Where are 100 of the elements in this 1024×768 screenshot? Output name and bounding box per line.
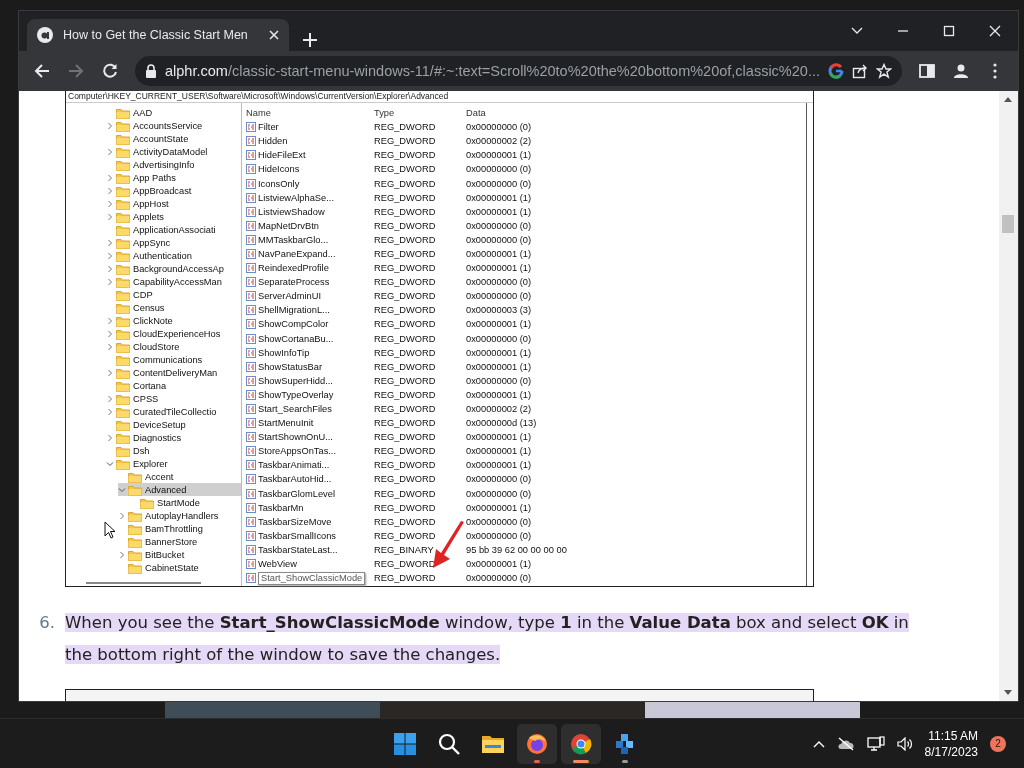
tree-item[interactable]: AccountsService	[106, 119, 241, 132]
plus-icon[interactable]	[303, 33, 317, 47]
volume-icon[interactable]	[896, 736, 913, 751]
tree-item[interactable]: StartMode	[130, 496, 241, 509]
tree-item[interactable]: CloudStore	[106, 340, 241, 353]
value-icon	[246, 136, 256, 147]
value-icon	[246, 460, 256, 471]
browser-tab[interactable]: How to Get the Classic Start Men	[27, 19, 289, 51]
folder-icon	[128, 535, 142, 548]
folder-icon	[116, 444, 130, 457]
address-bar[interactable]: alphr.com/classic-start-menu-windows-11/#:~:text=Scroll%20to%20the%20bottom%20of,classic%20...	[135, 56, 902, 86]
tree-item[interactable]: CapabilityAccessMan	[106, 275, 241, 288]
tree-item[interactable]: AppBroadcast	[106, 184, 241, 197]
close-icon[interactable]	[269, 30, 279, 40]
tree-item[interactable]: Census	[106, 301, 241, 314]
scrollbar[interactable]	[998, 91, 1018, 701]
tree-item[interactable]: BitBucket	[118, 548, 241, 561]
tree-item[interactable]: Diagnostics	[106, 431, 241, 444]
folder-icon	[116, 119, 130, 132]
column-header[interactable]: Data	[466, 108, 666, 119]
column-header[interactable]: Name	[246, 108, 374, 119]
tree-item[interactable]: Explorer	[106, 457, 241, 470]
value-icon	[246, 178, 256, 189]
scrollbar[interactable]	[86, 582, 201, 585]
tree-item[interactable]: Communications	[106, 353, 241, 366]
table-cell-text: 0x00000001 (1)	[466, 192, 533, 203]
tree-item[interactable]: BackgroundAccessAp	[106, 262, 241, 275]
table-cell: ShellMigrationL...	[258, 305, 330, 316]
tree-item[interactable]: CPSS	[106, 392, 241, 405]
taskbar-button[interactable]	[561, 723, 601, 764]
tree-item[interactable]: ActivityDataModel	[106, 145, 241, 158]
value-icon	[246, 234, 256, 245]
tree-item[interactable]: CDP	[106, 288, 241, 301]
table-cell-text: 0x00000000 (0)	[466, 516, 533, 527]
maximize-icon[interactable]	[941, 24, 956, 38]
rename-field[interactable]: Start_ShowClassicMode	[258, 571, 366, 585]
taskbar-button[interactable]	[517, 723, 557, 764]
tree-item[interactable]: ClickNote	[106, 314, 241, 327]
cloud-off-icon[interactable]	[836, 736, 855, 751]
tree-item[interactable]: AutoplayHandlers	[118, 509, 241, 522]
table-cell: TaskbarAutoHid...	[258, 474, 332, 485]
table-cell: SeparateProcess	[258, 277, 330, 288]
share-icon[interactable]	[851, 63, 868, 79]
tree-item[interactable]: AccountState	[106, 132, 241, 145]
star-icon[interactable]	[875, 63, 892, 79]
scroll-up-icon[interactable]	[1004, 96, 1013, 102]
value-icon	[246, 404, 256, 414]
folder-icon	[128, 483, 142, 496]
value-icon	[246, 446, 256, 457]
table-cell-text: REG_DWORD	[374, 150, 437, 161]
tree-item[interactable]: DeviceSetup	[106, 418, 241, 431]
column-header[interactable]: Type	[374, 108, 466, 119]
close-icon[interactable]	[987, 24, 1002, 38]
tree-item[interactable]: Accent	[118, 470, 241, 483]
network-icon[interactable]	[866, 735, 885, 752]
google-icon[interactable]	[827, 63, 844, 79]
notification-badge[interactable]: 2	[990, 735, 1006, 752]
tree-item[interactable]: Advanced	[118, 483, 241, 496]
folder-icon	[116, 327, 130, 340]
table-cell: ListviewShadow	[258, 206, 325, 217]
tree-item[interactable]: BamThrottling	[118, 522, 241, 535]
value-icon	[246, 432, 256, 443]
scroll-down-icon[interactable]	[1004, 690, 1013, 696]
table-cell: TaskbarStateLast...	[258, 544, 338, 555]
table-cell-text: 0x00000000 (0)	[466, 474, 533, 485]
profile-icon[interactable]	[951, 62, 970, 80]
table-cell-text: REG_DWORD	[374, 502, 437, 513]
tree-item[interactable]: CabinetState	[118, 561, 241, 574]
tree-item[interactable]: Dsh	[106, 444, 241, 457]
tree-item[interactable]: App Paths	[106, 171, 241, 184]
table-cell-text: REG_DWORD	[374, 389, 437, 400]
tree-item[interactable]: Applets	[106, 210, 241, 223]
scrollbar-thumb[interactable]	[1002, 215, 1015, 233]
chevron-up-icon[interactable]	[812, 739, 825, 748]
table-cell-text: 0x00000001 (1)	[466, 263, 533, 274]
tree-item[interactable]: AAD	[106, 106, 241, 119]
folder-icon	[116, 275, 130, 288]
tree-item[interactable]: AppHost	[106, 197, 241, 210]
table-cell-text: 0x00000000 (0)	[466, 573, 533, 584]
tree-item[interactable]: Authentication	[106, 249, 241, 262]
tree-item[interactable]: CloudExperienceHos	[106, 327, 241, 340]
reload-icon[interactable]	[101, 62, 119, 80]
table-cell: HideIcons	[258, 164, 300, 175]
folder-icon	[116, 353, 130, 366]
tree-item[interactable]: BannerStore	[118, 535, 241, 548]
tree-item[interactable]: ApplicationAssociati	[106, 223, 241, 236]
folder-icon	[116, 132, 130, 145]
table-cell: Filter	[258, 122, 279, 133]
table-cell-text: REG_DWORD	[374, 206, 437, 217]
tree-item[interactable]: AppSync	[106, 236, 241, 249]
table-cell-text: 0x00000000 (0)	[466, 291, 533, 302]
table-cell-text: REG_DWORD	[374, 122, 437, 133]
back-arrow-icon[interactable]	[33, 62, 51, 80]
tree-item[interactable]: ContentDeliveryMan	[106, 366, 241, 379]
tree-item[interactable]: CuratedTileCollectio	[106, 405, 241, 418]
table-cell: StartMenuInit	[258, 418, 314, 429]
clock[interactable]: 11:15 AM 8/17/2023	[924, 727, 978, 760]
sidebar-icon[interactable]	[917, 62, 936, 80]
tree-item[interactable]: Cortana	[106, 379, 241, 392]
tree-item[interactable]: AdvertisingInfo	[106, 158, 241, 171]
